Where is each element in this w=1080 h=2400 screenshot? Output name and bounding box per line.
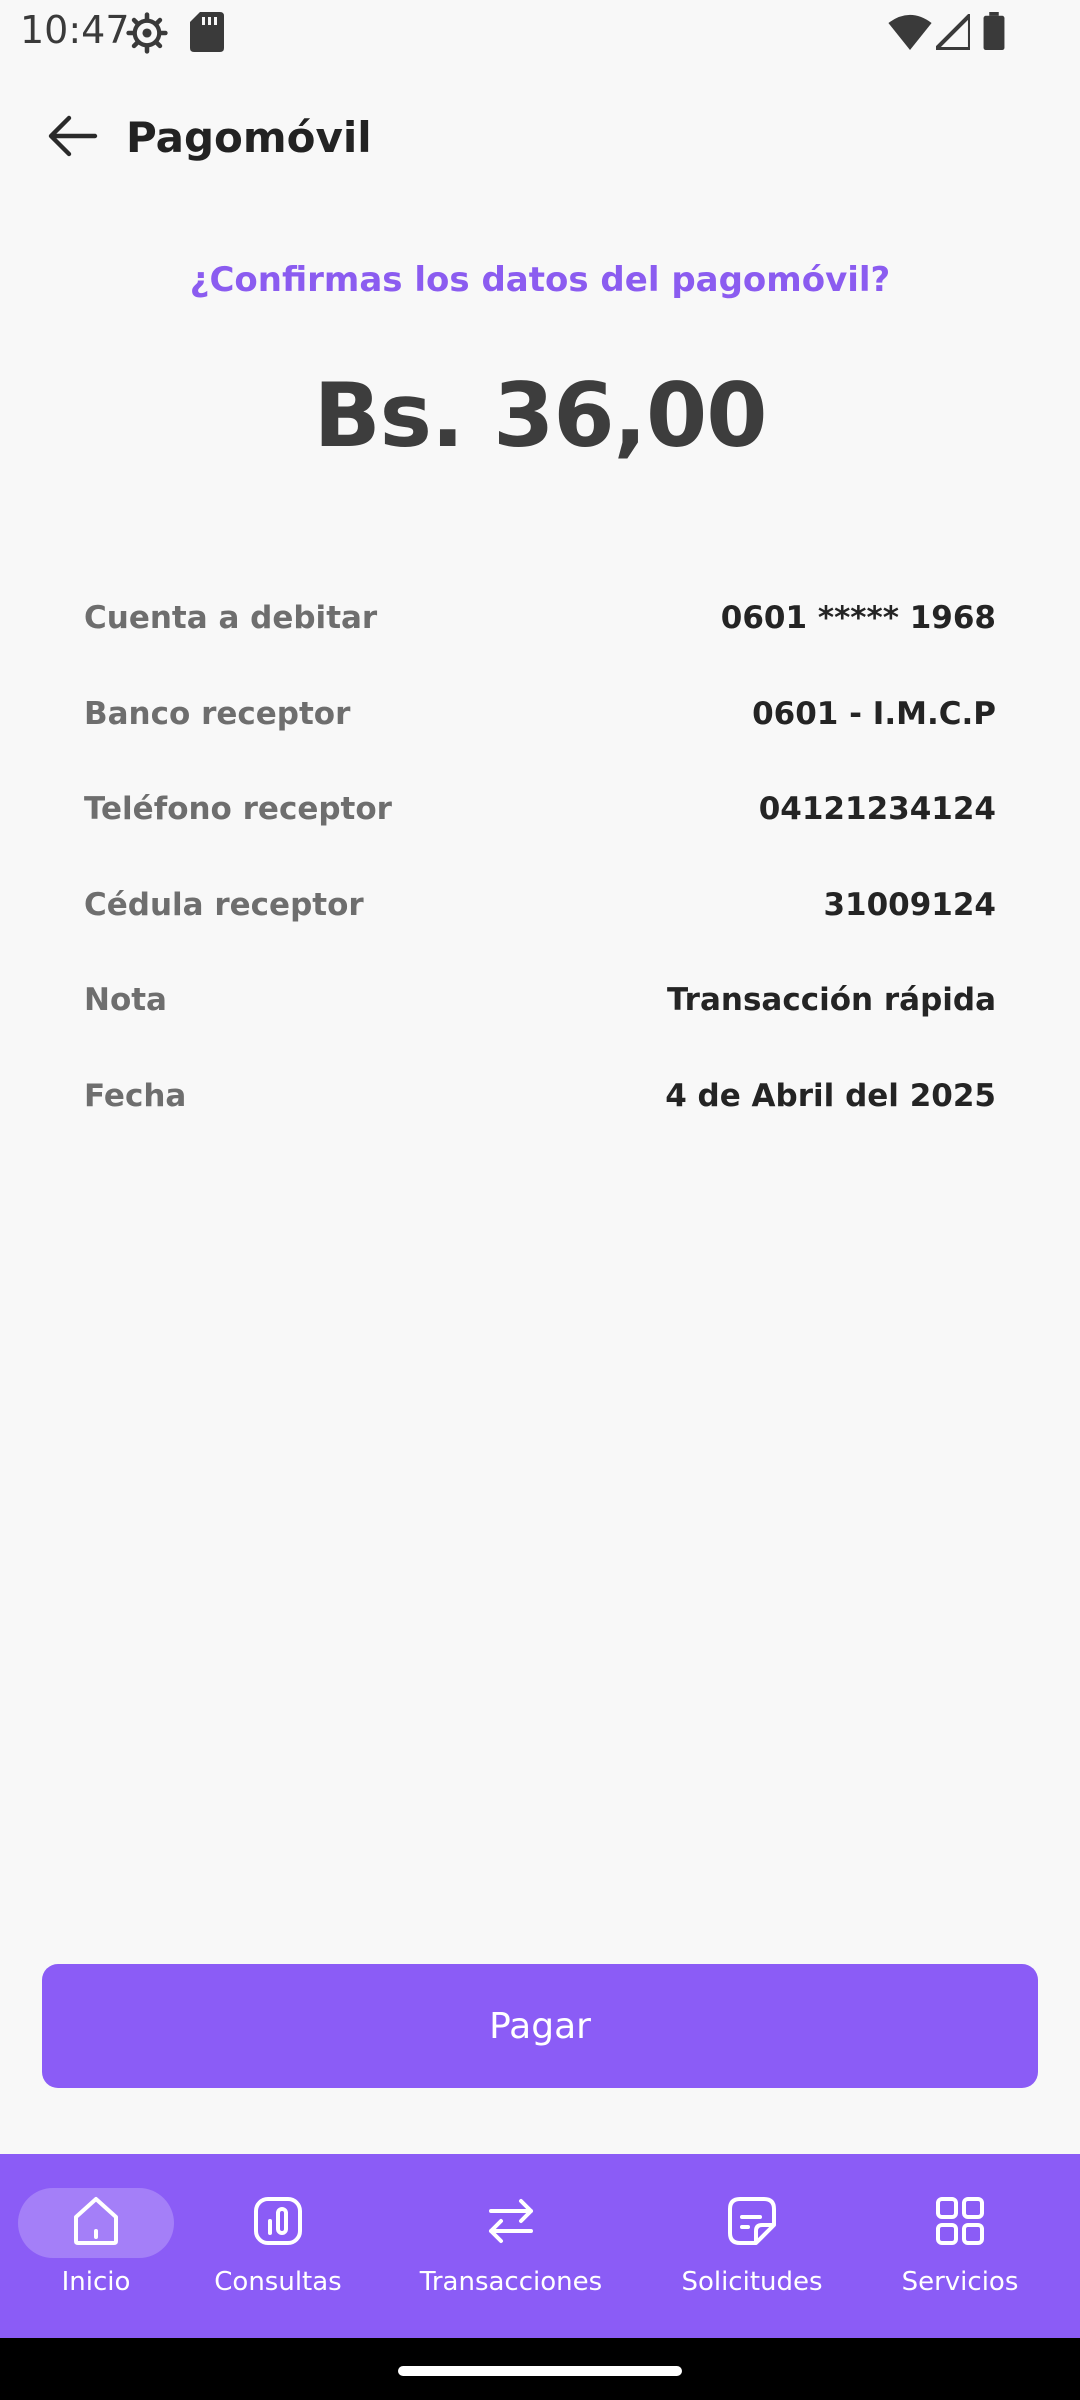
status-bar: 10:47	[0, 0, 1080, 64]
detail-row-date: Fecha 4 de Abril del 2025	[84, 1068, 996, 1164]
document-icon	[724, 2193, 780, 2253]
pay-button[interactable]: Pagar	[42, 1964, 1038, 2088]
grid-icon	[932, 2193, 988, 2253]
pay-button-label: Pagar	[489, 2005, 591, 2047]
detail-value: 31009124	[823, 886, 996, 923]
nav-icon-container	[18, 2188, 174, 2258]
nav-label: Servicios	[901, 2267, 1019, 2297]
confirm-question: ¿Confirmas los datos del pagomóvil?	[189, 260, 891, 300]
amount: Bs. 36,00	[313, 364, 768, 467]
detail-row-account: Cuenta a debitar 0601 ***** 1968	[84, 590, 996, 686]
nav-icon-container	[674, 2188, 830, 2258]
sd-card-icon	[190, 12, 224, 56]
detail-label: Fecha	[84, 1077, 187, 1114]
nav-label: Consultas	[214, 2267, 342, 2297]
app-bar: Pagomóvil	[0, 96, 1080, 180]
wifi-icon	[888, 14, 932, 54]
transfer-icon	[483, 2193, 539, 2253]
detail-label: Cuenta a debitar	[84, 600, 378, 636]
detail-label: Banco receptor	[84, 695, 351, 732]
nav-item-consultas[interactable]: Consultas	[200, 2188, 356, 2318]
home-indicator[interactable]	[398, 2366, 682, 2376]
nav-icon-container	[200, 2188, 356, 2258]
detail-row-note: Nota Transacción rápida	[84, 972, 996, 1068]
detail-value: 0601 - I.M.C.P	[752, 695, 996, 732]
detail-value: 4 de Abril del 2025	[665, 1077, 996, 1114]
home-icon	[68, 2193, 124, 2253]
detail-row-id: Cédula receptor 31009124	[84, 877, 996, 973]
system-nav-bar	[0, 2338, 1080, 2400]
screen: 10:47 Pagomóvil ¿Confirmas los datos del…	[0, 0, 1080, 2400]
nav-icon-container	[433, 2188, 589, 2258]
back-button[interactable]	[38, 106, 108, 170]
nav-item-servicios[interactable]: Servicios	[882, 2188, 1038, 2318]
detail-label: Nota	[84, 982, 167, 1019]
bottom-nav: Inicio Consultas Transacciones Solicitud…	[0, 2154, 1080, 2338]
nav-item-solicitudes[interactable]: Solicitudes	[674, 2188, 830, 2318]
arrow-left-icon	[47, 114, 99, 162]
detail-row-phone: Teléfono receptor 04121234124	[84, 781, 996, 877]
detail-label: Teléfono receptor	[84, 791, 392, 828]
detail-label: Cédula receptor	[84, 886, 364, 923]
nav-item-inicio[interactable]: Inicio	[18, 2188, 174, 2318]
nav-label: Inicio	[61, 2267, 131, 2297]
settings-icon	[126, 12, 168, 58]
signal-icon	[933, 12, 973, 54]
chart-icon	[250, 2193, 306, 2253]
battery-icon	[982, 12, 1006, 54]
nav-label: Transacciones	[419, 2267, 603, 2297]
detail-value: Transacción rápida	[666, 982, 996, 1019]
status-time: 10:47	[20, 8, 130, 52]
nav-icon-container	[882, 2188, 1038, 2258]
detail-row-bank: Banco receptor 0601 - I.M.C.P	[84, 686, 996, 782]
detail-value: 04121234124	[758, 791, 996, 828]
details-list: Cuenta a debitar 0601 ***** 1968 Banco r…	[84, 590, 996, 1164]
nav-item-transacciones[interactable]: Transacciones	[396, 2188, 626, 2318]
page-title: Pagomóvil	[126, 113, 372, 162]
detail-value: 0601 ***** 1968	[720, 600, 996, 636]
nav-label: Solicitudes	[681, 2267, 823, 2297]
